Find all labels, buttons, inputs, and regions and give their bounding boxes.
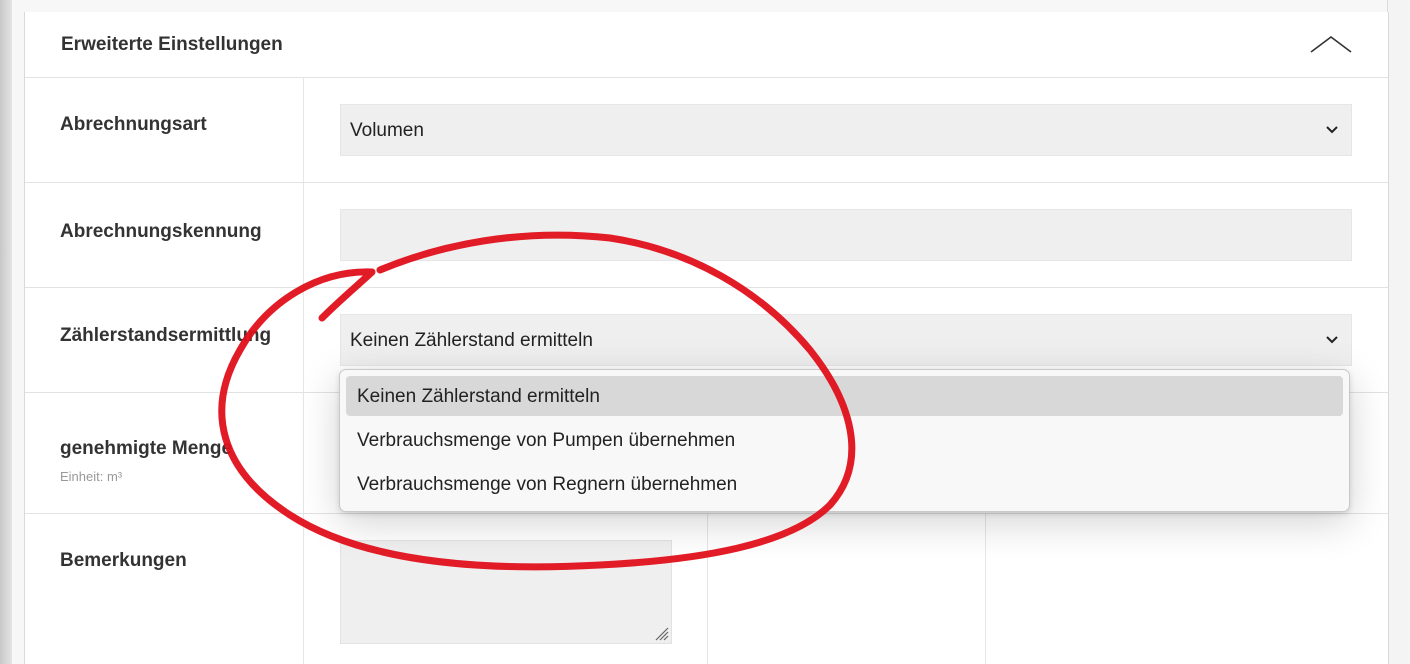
column-divider <box>985 514 986 664</box>
resize-handle-icon[interactable] <box>653 625 669 641</box>
label-column: genehmigte Menge Einheit: m³ <box>25 393 304 513</box>
meter-reading-label: Zählerstandsermittlung <box>60 325 272 346</box>
option-label: Keinen Zählerstand ermitteln <box>357 386 600 407</box>
billing-type-row: Abrechnungsart Volumen <box>25 78 1388 183</box>
panel-title: Erweiterte Einstellungen <box>61 34 283 55</box>
chevron-down-icon <box>1326 336 1338 344</box>
option-label: Verbrauchsmenge von Regnern übernehmen <box>357 474 738 495</box>
dropdown-option[interactable]: Keinen Zählerstand ermitteln <box>346 376 1343 416</box>
billing-type-label: Abrechnungsart <box>60 114 207 135</box>
option-label: Verbrauchsmenge von Pumpen übernehmen <box>357 430 736 451</box>
billing-id-input[interactable] <box>340 209 1352 261</box>
approved-amount-label: genehmigte Menge <box>60 438 233 459</box>
column-divider <box>707 514 708 664</box>
meter-reading-value: Keinen Zählerstand ermitteln <box>350 330 593 351</box>
advanced-settings-panel: Erweiterte Einstellungen Abrechnungsart … <box>24 12 1389 664</box>
billing-type-select[interactable]: Volumen <box>340 104 1352 156</box>
chevron-up-icon[interactable] <box>1308 28 1354 58</box>
meter-reading-select[interactable]: Keinen Zählerstand ermitteln <box>340 314 1352 366</box>
right-scrollbar-gutter[interactable] <box>1387 0 1410 664</box>
dropdown-option[interactable]: Verbrauchsmenge von Regnern übernehmen <box>346 464 1343 504</box>
page: Erweiterte Einstellungen Abrechnungsart … <box>0 0 1410 664</box>
label-column: Abrechnungsart <box>25 78 304 182</box>
remarks-textarea[interactable] <box>340 540 672 644</box>
label-column: Zählerstandsermittlung <box>25 288 304 392</box>
label-column: Abrechnungskennung <box>25 183 304 287</box>
billing-id-row: Abrechnungskennung <box>25 183 1388 288</box>
approved-amount-unit: Einheit: m³ <box>60 469 123 484</box>
left-window-edge <box>0 0 12 664</box>
label-column: Bemerkungen <box>25 514 304 664</box>
billing-id-label: Abrechnungskennung <box>60 221 262 242</box>
panel-header[interactable]: Erweiterte Einstellungen <box>25 12 1388 78</box>
dropdown-option[interactable]: Verbrauchsmenge von Pumpen übernehmen <box>346 420 1343 460</box>
meter-reading-dropdown-list: Keinen Zählerstand ermitteln Verbrauchsm… <box>339 369 1350 512</box>
billing-type-value: Volumen <box>350 120 424 141</box>
remarks-label: Bemerkungen <box>60 550 187 571</box>
chevron-down-icon <box>1326 126 1338 134</box>
